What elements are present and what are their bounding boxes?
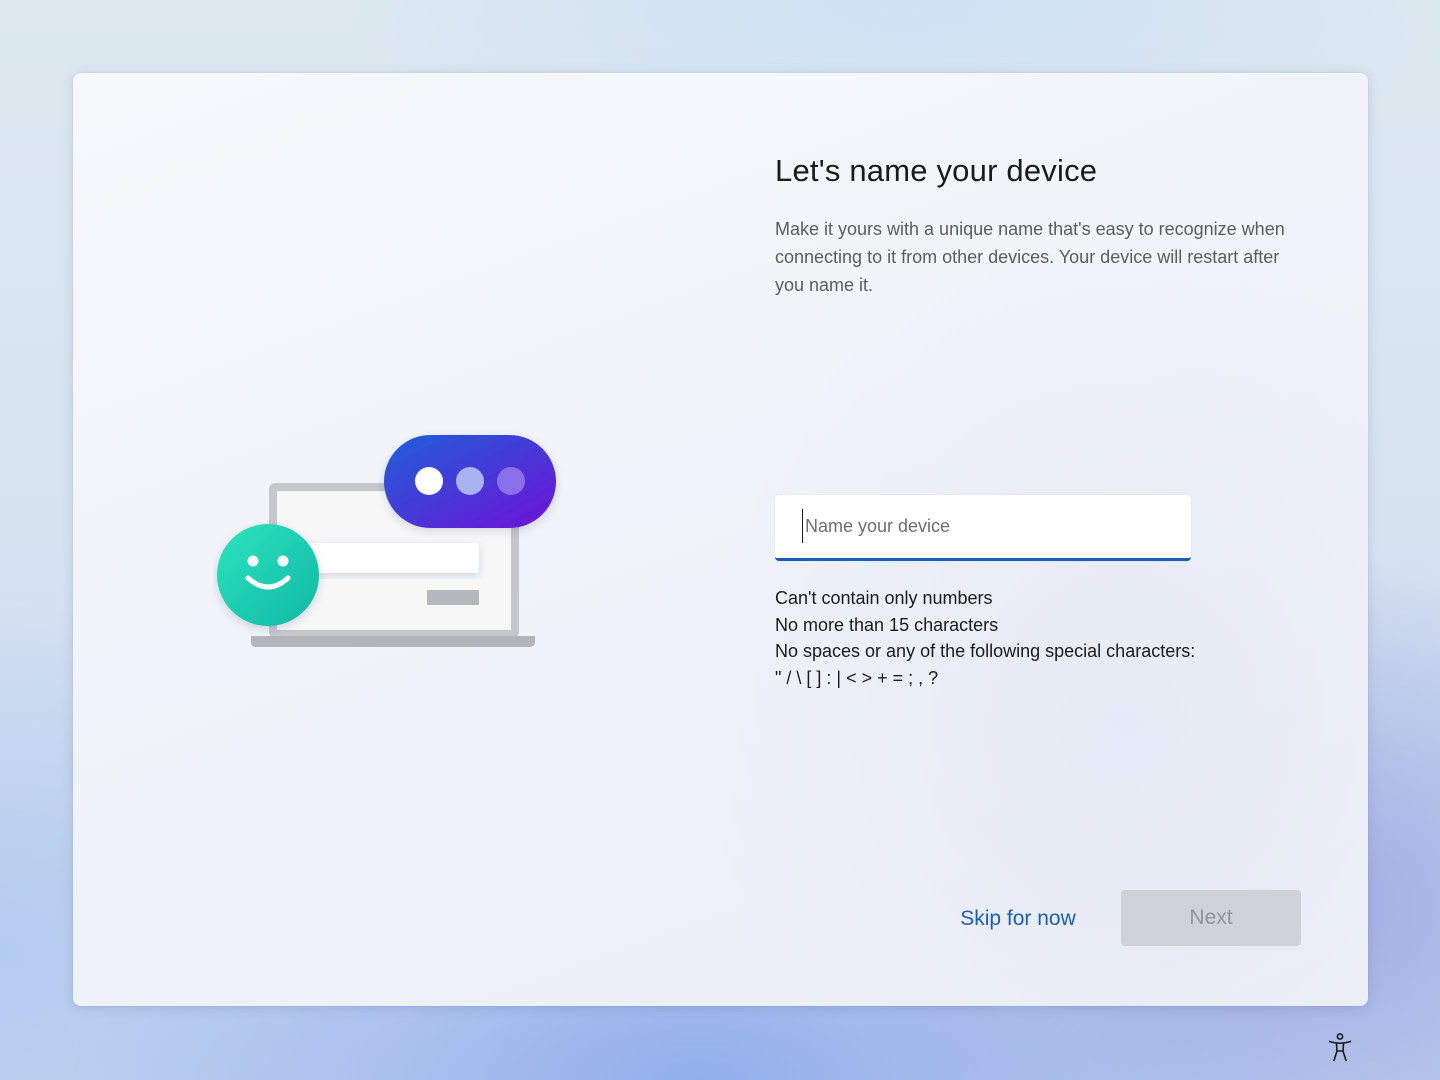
name-rules-list: Can't contain only numbers No more than … (775, 585, 1195, 691)
next-button[interactable]: Next (1121, 890, 1301, 946)
setup-card: Let's name your device Make it yours wit… (73, 73, 1368, 1006)
rule-item: No more than 15 characters (775, 614, 999, 635)
laptop-chat-smiley-illustration (217, 435, 556, 647)
rule-item: No spaces or any of the following specia… (775, 641, 1196, 661)
device-name-field[interactable] (775, 495, 1191, 561)
accessibility-icon (1328, 1033, 1352, 1062)
accessibility-button[interactable] (1322, 1030, 1358, 1066)
rule-item: Can't contain only numbers (775, 588, 993, 608)
skip-for-now-button[interactable]: Skip for now (943, 891, 1093, 947)
device-name-input[interactable] (802, 509, 1175, 543)
page-title: Let's name your device (775, 153, 1098, 188)
rule-item-special-characters: " / \ [ ] : | < > + = ; , ? (775, 667, 939, 688)
page-description: Make it yours with a unique name that's … (775, 219, 1285, 295)
